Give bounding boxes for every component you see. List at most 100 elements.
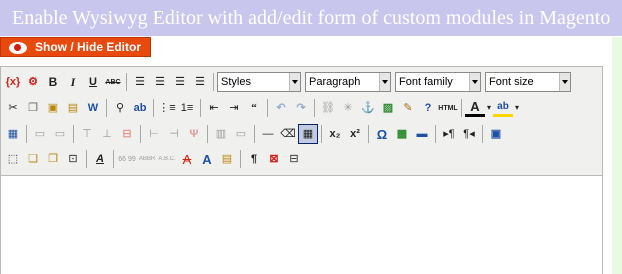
strikethrough-button[interactable]: ABC [103,72,123,92]
media-icon[interactable]: ▩ [392,124,412,144]
image-icon[interactable]: ▨ [378,98,398,118]
font-family-select[interactable]: Font family [395,72,481,92]
fullscreen-icon[interactable]: ▣ [486,124,506,144]
separator [113,150,114,168]
separator [26,125,27,143]
help-icon[interactable]: ? [418,98,438,118]
insert-row-before-icon[interactable]: ⊤ [77,124,97,144]
special-char-button[interactable]: Ω [372,124,392,144]
separator [254,125,255,143]
indent-icon[interactable]: ⇥ [224,98,244,118]
toolbar-row-1: {x} ⚙ B I U ABC ☰ ☰ ☰ ☰ Styles Paragraph… [3,70,575,94]
cell-props-icon[interactable]: ▭ [50,124,70,144]
format-select[interactable]: Paragraph [305,72,391,92]
separator [73,125,74,143]
toolbar-row-4: ⬚ ❏ ❐ ⊡ A 66 99 ABBR A.B.C. A A ▤ ¶ ⊠ ⊟ [3,147,304,171]
separator [106,99,107,117]
replace-icon[interactable]: ab [130,98,150,118]
paste-text-icon[interactable]: ▤ [63,98,83,118]
advanced-hr-icon[interactable]: ▬ [412,124,432,144]
align-center-icon[interactable]: ☰ [150,72,170,92]
visual-aid-icon[interactable]: ▦ [298,124,318,144]
page-banner-title: Enable Wysiwyg Editor with add/edit form… [0,0,622,36]
separator [482,125,483,143]
styles-select-value: Styles [221,76,251,88]
link-icon[interactable]: ⛓ [318,98,338,118]
separator [267,99,268,117]
separator [126,73,127,91]
styleprops-icon[interactable]: A [90,149,110,169]
separator [200,99,201,117]
acronym-button[interactable]: A.B.C. [157,149,177,169]
paste-icon[interactable]: ▣ [43,98,63,118]
align-justify-icon[interactable]: ☰ [190,72,210,92]
paste-word-icon[interactable]: W [83,98,103,118]
outdent-icon[interactable]: ⇤ [204,98,224,118]
italic-button[interactable]: I [63,72,83,92]
html-source-icon[interactable]: HTML [438,98,458,118]
align-right-icon[interactable]: ☰ [170,72,190,92]
editor-content-area[interactable] [1,175,602,274]
del-button[interactable]: A [177,149,197,169]
subscript-button[interactable]: x₂ [325,124,345,144]
cut-icon[interactable]: ✂ [3,98,23,118]
delete-row-icon[interactable]: ⊟ [117,124,137,144]
move-forward-icon[interactable]: ❏ [23,149,43,169]
separator [321,125,322,143]
delete-col-icon[interactable]: Ψ [184,124,204,144]
chevron-down-icon[interactable]: ▾ [513,98,521,118]
horizontal-rule-icon[interactable]: — [258,124,278,144]
background-color-icon[interactable]: ab [493,100,513,117]
copy-icon[interactable]: ❐ [23,98,43,118]
split-cells-icon[interactable]: ▥ [211,124,231,144]
insert-variable-icon[interactable]: {x} [3,72,23,92]
cleanup-icon[interactable]: ✎ [398,98,418,118]
separator [461,99,462,117]
nonbreaking-icon[interactable]: ⊠ [264,149,284,169]
chevron-down-icon[interactable]: ▾ [485,98,493,118]
separator [153,99,154,117]
absolute-icon[interactable]: ⊡ [63,149,83,169]
separator [368,125,369,143]
separator [207,125,208,143]
separator [240,150,241,168]
abbr-button[interactable]: ABBR [137,149,157,169]
bold-button[interactable]: B [43,72,63,92]
ltr-icon[interactable]: ▸¶ [439,124,459,144]
undo-icon[interactable]: ↶ [271,98,291,118]
align-left-icon[interactable]: ☰ [130,72,150,92]
insert-col-after-icon[interactable]: ⊣ [164,124,184,144]
insert-row-after-icon[interactable]: ⊥ [97,124,117,144]
ins-button[interactable]: A [197,149,217,169]
rtl-icon[interactable]: ¶◂ [459,124,479,144]
attributes-icon[interactable]: ▤ [217,149,237,169]
row-props-icon[interactable]: ▭ [30,124,50,144]
merge-cells-icon[interactable]: ▭ [231,124,251,144]
move-backward-icon[interactable]: ❐ [43,149,63,169]
separator [140,125,141,143]
styles-select[interactable]: Styles [217,72,301,92]
eye-icon [9,41,27,54]
bullet-list-icon[interactable]: ⋮≡ [157,98,177,118]
insert-widget-icon[interactable]: ⚙ [23,72,43,92]
anchor-icon[interactable]: ⚓ [358,98,378,118]
find-icon[interactable]: ⚲ [110,98,130,118]
table-icon[interactable]: ▦ [3,124,23,144]
cite-button[interactable]: 66 99 [117,149,137,169]
unlink-icon[interactable]: ✳ [338,98,358,118]
superscript-button[interactable]: x² [345,124,365,144]
wysiwyg-editor: {x} ⚙ B I U ABC ☰ ☰ ☰ ☰ Styles Paragraph… [0,66,603,274]
visual-chars-icon[interactable]: ¶ [244,149,264,169]
separator [213,73,214,91]
underline-button[interactable]: U [83,72,103,92]
redo-icon[interactable]: ↷ [291,98,311,118]
font-size-select[interactable]: Font size [485,72,571,92]
remove-format-icon[interactable]: ⌫ [278,124,298,144]
insert-col-before-icon[interactable]: ⊢ [144,124,164,144]
text-color-icon[interactable]: A [465,100,485,117]
insert-layer-icon[interactable]: ⬚ [3,149,23,169]
pagebreak-icon[interactable]: ⊟ [284,149,304,169]
show-hide-editor-button[interactable]: Show / Hide Editor [0,37,151,57]
numbered-list-icon[interactable]: 1≡ [177,98,197,118]
blockquote-icon[interactable]: “ [244,98,264,118]
